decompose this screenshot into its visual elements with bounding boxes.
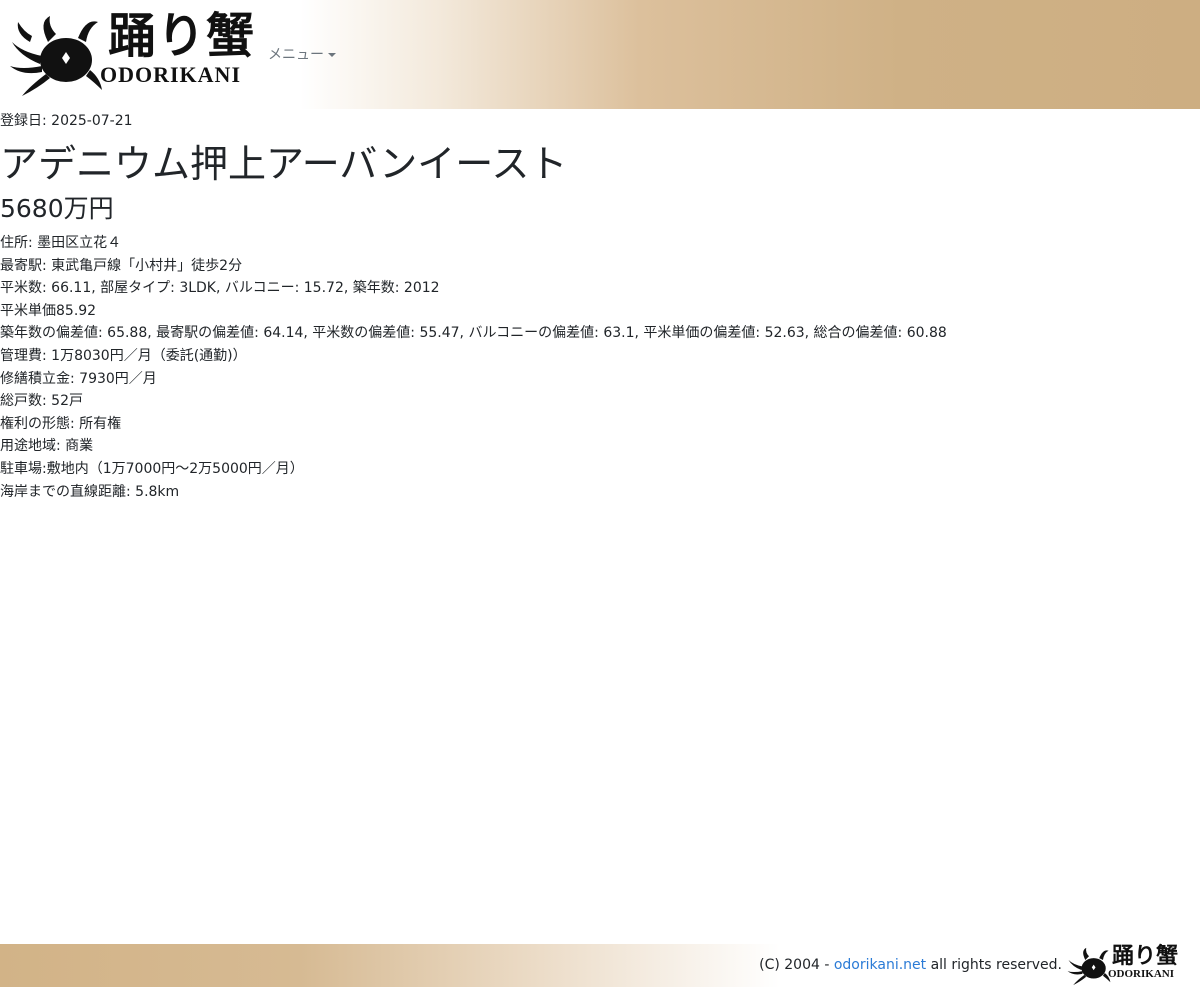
site-link[interactable]: odorikani.net	[834, 957, 926, 973]
footer-logo-japanese: 踊り蟹	[1112, 943, 1179, 969]
detail-total-units: 総戸数: 52戸	[0, 393, 83, 410]
registration-date: 登録日: 2025-07-21	[0, 113, 133, 129]
logo-text-japanese: 踊り蟹	[108, 8, 256, 64]
property-title: アデニウム押上アーバンイースト	[0, 142, 568, 186]
listing-content: 登録日: 2025-07-21 アデニウム押上アーバンイースト 5680万円 住…	[0, 109, 1200, 503]
menu-dropdown-toggle[interactable]: メニュー	[268, 44, 336, 64]
detail-repair-reserve: 修繕積立金: 7930円／月	[0, 370, 157, 387]
logo-text-english: ODORIKANI	[100, 62, 242, 87]
copyright-text: (C) 2004 - odorikani.net all rights rese…	[759, 957, 1062, 973]
property-details: 住所: 墨田区立花４ 最寄駅: 東武亀戸線「小村井」徒歩2分 平米数: 66.1…	[0, 232, 1200, 503]
crab-logo-icon	[10, 16, 102, 96]
detail-ownership: 権利の形態: 所有権	[0, 415, 122, 432]
crab-logo-icon	[1067, 947, 1111, 986]
menu-label: メニュー	[268, 47, 324, 63]
footer-logo[interactable]: 踊り蟹 ODORIKANI	[1066, 943, 1196, 987]
copyright-suffix: all rights reserved.	[926, 957, 1062, 973]
detail-nearest-station: 最寄駅: 東武亀戸線「小村井」徒歩2分	[0, 257, 243, 274]
property-price: 5680万円	[0, 194, 114, 223]
detail-area-layout: 平米数: 66.11, 部屋タイプ: 3LDK, バルコニー: 15.72, 築…	[0, 280, 440, 297]
detail-address: 住所: 墨田区立花４	[0, 235, 122, 251]
detail-unit-price: 平米単価85.92	[0, 302, 97, 319]
copyright-prefix: (C) 2004 -	[759, 957, 834, 973]
site-footer: (C) 2004 - odorikani.net all rights rese…	[0, 943, 1200, 987]
detail-zoning: 用途地域: 商業	[0, 438, 94, 455]
caret-down-icon	[328, 53, 336, 57]
site-logo[interactable]: 踊り蟹 ODORIKANI	[8, 8, 254, 100]
detail-deviation-scores: 築年数の偏差値: 65.88, 最寄駅の偏差値: 64.14, 平米数の偏差値:…	[0, 325, 947, 342]
footer-logo-english: ODORIKANI	[1108, 968, 1175, 980]
detail-management-fee: 管理費: 1万8030円／月（委託(通勤)）	[0, 347, 247, 364]
detail-coast-distance: 海岸までの直線距離: 5.8km	[0, 483, 180, 500]
detail-parking: 駐車場:敷地内（1万7000円～2万5000円／月）	[0, 460, 304, 477]
site-header: 踊り蟹 ODORIKANI メニュー	[0, 0, 1200, 109]
